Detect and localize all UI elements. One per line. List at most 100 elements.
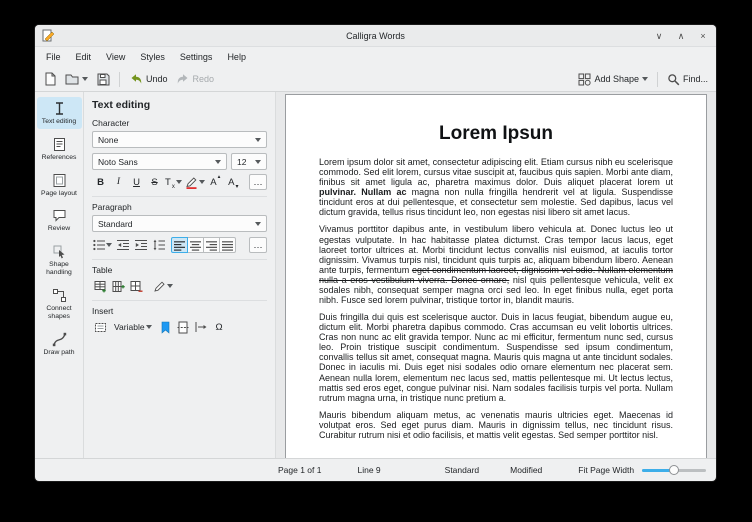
font-family-value: Noto Sans	[98, 157, 138, 167]
table-insert-column-icon	[112, 280, 125, 293]
new-document-button[interactable]	[40, 70, 60, 88]
table-border-pen-button[interactable]	[152, 278, 174, 294]
shape-handling-icon	[52, 244, 67, 259]
save-button[interactable]	[93, 70, 113, 88]
font-color-button[interactable]	[184, 174, 206, 190]
italic-button[interactable]: I	[110, 174, 127, 190]
paragraph-style-combobox[interactable]: Standard	[92, 215, 267, 232]
subsup-sub-glyph: x	[172, 184, 175, 190]
underline-button[interactable]: U	[128, 174, 145, 190]
insert-bookmark-button[interactable]	[157, 319, 174, 335]
align-justify-button[interactable]	[219, 237, 236, 253]
table-insert-row-icon	[94, 280, 107, 293]
character-style-combobox[interactable]: None	[92, 131, 267, 148]
dock-item-page-layout[interactable]: Page layout	[37, 169, 82, 201]
bold-button[interactable]: B	[92, 174, 109, 190]
subscript-superscript-button[interactable]: Tx	[164, 174, 183, 190]
dock-item-text-editing[interactable]: Text editing	[37, 97, 82, 129]
dock-item-connect-shapes[interactable]: Connect shapes	[37, 284, 82, 324]
combo-caret-icon	[215, 160, 221, 164]
insert-tab-stop-button[interactable]	[193, 319, 210, 335]
menu-styles[interactable]: Styles	[133, 49, 172, 65]
undo-button[interactable]: Undo	[126, 70, 171, 88]
indent-more-icon	[135, 239, 147, 251]
close-button[interactable]: ×	[697, 31, 709, 41]
search-icon	[667, 73, 680, 86]
tab-stop-icon	[195, 321, 207, 333]
section-divider	[92, 300, 267, 301]
dock-item-label: Shape handling	[38, 261, 81, 277]
redo-button[interactable]: Redo	[173, 70, 218, 88]
page-layout-icon	[52, 173, 67, 188]
line-spacing-button[interactable]	[150, 237, 167, 253]
decrease-indent-button[interactable]	[114, 237, 131, 253]
menu-view[interactable]: View	[99, 49, 132, 65]
grow-font-button[interactable]: A▴	[207, 174, 224, 190]
insert-text-frame-button[interactable]	[92, 319, 109, 335]
dock-item-references[interactable]: References	[37, 133, 82, 165]
dock-item-shape-handling[interactable]: Shape handling	[37, 240, 82, 280]
minimize-button[interactable]: ∨	[653, 31, 665, 41]
section-divider	[92, 259, 267, 260]
font-family-combobox[interactable]: Noto Sans	[92, 153, 227, 170]
open-recent-caret-icon	[82, 77, 88, 81]
shrink-font-button[interactable]: A▾	[225, 174, 242, 190]
insert-column-button[interactable]	[110, 278, 127, 294]
increase-indent-button[interactable]	[132, 237, 149, 253]
combo-caret-icon	[255, 138, 261, 142]
list-style-caret-icon	[106, 243, 112, 247]
find-button[interactable]: Find...	[664, 71, 711, 88]
insert-special-character-button[interactable]: Ω	[211, 319, 228, 335]
add-shape-button[interactable]: Add Shape	[575, 71, 651, 88]
document-body[interactable]: Lorem ipsum dolor sit amet, consectetur …	[319, 157, 673, 440]
table-section-label: Table	[92, 265, 267, 275]
font-size-value: 12	[237, 157, 246, 167]
paragraph[interactable]: Mauris bibendum aliquam metus, ac venena…	[319, 410, 673, 440]
font-size-combobox[interactable]: 12	[231, 153, 267, 170]
align-right-button[interactable]	[203, 237, 220, 253]
delete-table-button[interactable]	[128, 278, 145, 294]
insert-page-break-button[interactable]	[175, 319, 192, 335]
paragraph[interactable]: Lorem ipsum dolor sit amet, consectetur …	[319, 157, 673, 217]
redo-icon	[176, 72, 190, 86]
paragraph[interactable]: Duis fringilla dui quis est scelerisque …	[319, 312, 673, 403]
document-heading[interactable]: Lorem Ipsun	[319, 123, 673, 145]
paragraph-more-options-button[interactable]: …	[249, 237, 267, 253]
bullet-list-icon	[93, 239, 105, 251]
character-more-options-button[interactable]: …	[249, 174, 267, 190]
zoom-slider[interactable]	[642, 463, 706, 477]
section-divider	[92, 196, 267, 197]
maximize-button[interactable]: ∧	[675, 31, 687, 41]
table-row	[92, 278, 267, 294]
menu-edit[interactable]: Edit	[69, 49, 99, 65]
text-run: Lorem ipsum dolor sit amet, consectetur …	[319, 157, 673, 187]
open-folder-icon	[65, 72, 79, 86]
list-style-button[interactable]	[92, 237, 113, 253]
menu-help[interactable]: Help	[220, 49, 253, 65]
style-indicator: Standard	[445, 465, 480, 475]
dock-item-draw-path[interactable]: Draw path	[37, 328, 82, 360]
text-run: Duis fringilla dui quis est scelerisque …	[319, 312, 673, 403]
paragraph-style-value: Standard	[98, 219, 133, 229]
strikethrough-button[interactable]: S	[146, 174, 163, 190]
align-center-icon	[190, 240, 201, 251]
zoom-mode-button[interactable]: Fit Page Width	[578, 465, 634, 475]
subsup-glyph: T	[165, 177, 171, 188]
menu-settings[interactable]: Settings	[173, 49, 220, 65]
titlebar[interactable]: Calligra Words ∨ ∧ ×	[35, 25, 716, 47]
paragraph[interactable]: Vivamus porttitor dapibus ante, in vesti…	[319, 224, 673, 305]
align-left-button[interactable]	[171, 237, 188, 253]
align-center-button[interactable]	[187, 237, 204, 253]
open-document-button[interactable]	[62, 70, 91, 88]
variable-label: Variable	[114, 322, 145, 332]
shrink-arrow-icon: ▾	[235, 183, 238, 190]
dock-item-review[interactable]: Review	[37, 204, 82, 236]
document-page[interactable]: Lorem Ipsun Lorem ipsum dolor sit amet, …	[286, 95, 706, 458]
document-view[interactable]: Lorem Ipsun Lorem ipsum dolor sit amet, …	[276, 92, 716, 458]
indent-less-icon	[117, 239, 129, 251]
panel-title: Text editing	[92, 99, 267, 111]
menu-file[interactable]: File	[39, 49, 68, 65]
insert-variable-button[interactable]: Variable	[110, 319, 156, 335]
insert-row-button[interactable]	[92, 278, 109, 294]
zoom-slider-handle[interactable]	[669, 465, 679, 475]
